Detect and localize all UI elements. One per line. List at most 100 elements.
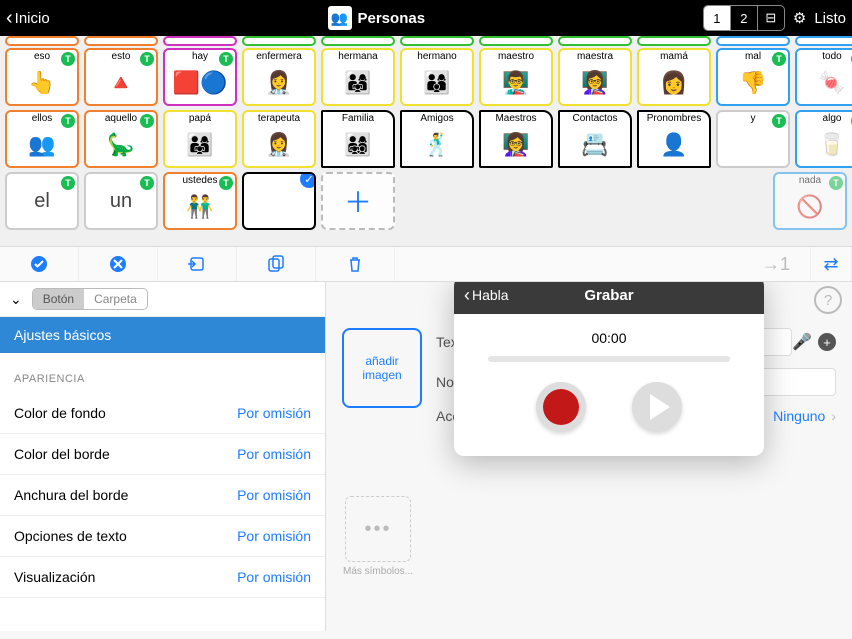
- setting-opciones-de-texto[interactable]: Opciones de textoPor omisión: [0, 516, 325, 557]
- mic-icon[interactable]: 🎤: [792, 332, 812, 352]
- add-image-button[interactable]: añadir imagen: [342, 328, 422, 408]
- select-all-button[interactable]: [0, 247, 79, 281]
- board-cell-hermana[interactable]: hermana👨‍👩‍👧: [321, 48, 395, 106]
- board-cell-maestra[interactable]: maestra👩‍🏫: [558, 48, 632, 106]
- done-button[interactable]: Listo: [814, 10, 846, 27]
- page-2[interactable]: 2: [731, 6, 758, 30]
- more-symbols[interactable]: ••• Más símbolos...: [342, 496, 414, 578]
- play-button[interactable]: [632, 382, 682, 432]
- board-cell-ustedes[interactable]: ustedes👬T: [163, 172, 237, 230]
- cell-image: 🥛: [801, 124, 852, 166]
- board-cell-aquello[interactable]: aquello🦕T: [84, 110, 158, 168]
- page-title: Personas: [358, 10, 426, 27]
- setting-value: Por omisión: [237, 487, 311, 503]
- template-badge-icon: T: [829, 176, 843, 190]
- template-badge-icon: T: [140, 176, 154, 190]
- cell-label: terapeuta: [244, 113, 314, 124]
- setting-value: Por omisión: [237, 405, 311, 421]
- board-cell-Familia[interactable]: Familia👨‍👩‍👧‍👦: [321, 110, 395, 168]
- swap-button[interactable]: ⇄: [811, 247, 852, 281]
- cell-image: [722, 124, 785, 166]
- board-cell-Pronombres[interactable]: Pronombres👤: [637, 110, 711, 168]
- board-cell-peek[interactable]: [242, 36, 316, 46]
- seg-folder[interactable]: Carpeta: [84, 289, 147, 309]
- board-cell-peek[interactable]: [479, 36, 553, 46]
- settings-pane: ⌄ Botón Carpeta Ajustes básicos APARIENC…: [0, 282, 326, 631]
- back-button[interactable]: ‹ Inicio: [6, 8, 50, 28]
- board-cell-peek[interactable]: [321, 36, 395, 46]
- template-badge-icon: T: [219, 176, 233, 190]
- popover-body: 00:00: [454, 314, 764, 456]
- board-cell-maestro[interactable]: maestro👨‍🏫: [479, 48, 553, 106]
- chevron-down-icon[interactable]: ⌄: [10, 291, 22, 308]
- cell-image: 📇: [564, 124, 627, 166]
- board-cell-Amigos[interactable]: Amigos🕺: [400, 110, 474, 168]
- board-cell-hermano[interactable]: hermano👨‍👩‍👦: [400, 48, 474, 106]
- board-cell-el[interactable]: elT: [5, 172, 79, 230]
- setting-color-del-borde[interactable]: Color del bordePor omisión: [0, 434, 325, 475]
- board-cell-papá[interactable]: papá👨‍👩‍👧: [163, 110, 237, 168]
- board-cell-peek[interactable]: [716, 36, 790, 46]
- help-button[interactable]: ?: [814, 286, 842, 314]
- board-cell-algo[interactable]: algo🥛T: [795, 110, 852, 168]
- setting-visualización[interactable]: VisualizaciónPor omisión: [0, 557, 325, 598]
- board-cell-mal[interactable]: mal👎T: [716, 48, 790, 106]
- plus-icon[interactable]: +: [818, 333, 836, 351]
- board-cell-nada[interactable]: nada🚫T: [773, 172, 847, 230]
- cell-image: 🦕: [90, 124, 153, 166]
- record-button[interactable]: [536, 382, 586, 432]
- board-cell-ellos[interactable]: ellos👥T: [5, 110, 79, 168]
- cell-label: Amigos: [402, 113, 472, 124]
- board-cell-eso[interactable]: eso👆T: [5, 48, 79, 106]
- board-cell-peek[interactable]: [5, 36, 79, 46]
- board-cell-peek[interactable]: [163, 36, 237, 46]
- page-segmented[interactable]: 1 2 ⊟: [703, 5, 785, 31]
- board-cell-Maestros[interactable]: Maestros👩‍🏫: [479, 110, 553, 168]
- board-cell-enfermera[interactable]: enfermera👩‍⚕️: [242, 48, 316, 106]
- board-cell-mamá[interactable]: mamá👩: [637, 48, 711, 106]
- cell-image: 🍬: [801, 62, 852, 104]
- board-cell-peek[interactable]: [637, 36, 711, 46]
- settings-rows: Color de fondo Por omisión Color del borde…: [0, 393, 325, 598]
- board-cell-esto[interactable]: esto🔺T: [84, 48, 158, 106]
- setting-key: Color de fondo: [14, 405, 106, 421]
- board-cell-blank[interactable]: ✓: [242, 172, 316, 230]
- board-cell-y[interactable]: y T: [716, 110, 790, 168]
- cell-image: 👎: [722, 62, 785, 104]
- gear-icon[interactable]: ⚙: [793, 9, 806, 27]
- chevron-left-icon: ‹: [6, 8, 13, 28]
- page-save-icon[interactable]: ⊟: [758, 6, 784, 30]
- deselect-all-button[interactable]: [79, 247, 158, 281]
- copy-button[interactable]: [237, 247, 316, 281]
- board-cell-peek[interactable]: [84, 36, 158, 46]
- more-symbols-box[interactable]: •••: [345, 496, 411, 562]
- board-cell-terapeuta[interactable]: terapeuta👩‍⚕️: [242, 110, 316, 168]
- board-cell-blank[interactable]: ＋: [321, 172, 395, 230]
- button-folder-segmented[interactable]: Botón Carpeta: [32, 288, 148, 310]
- cell-image: 👩: [643, 62, 706, 104]
- record-progress: [488, 356, 730, 362]
- go-to-page-1-button[interactable]: →1: [395, 247, 811, 281]
- record-popover: ‹ Habla Grabar 00:00: [454, 282, 764, 456]
- cell-label: mamá: [639, 51, 709, 62]
- cell-image: 👩‍⚕️: [248, 62, 311, 104]
- page-1[interactable]: 1: [704, 6, 731, 30]
- board-cell-peek[interactable]: [400, 36, 474, 46]
- board-row-2: eso👆Testo🔺Thay🟥🔵Tenfermera👩‍⚕️hermana👨‍👩…: [0, 46, 852, 108]
- board-cell-hay[interactable]: hay🟥🔵T: [163, 48, 237, 106]
- lower-panes: ⌄ Botón Carpeta Ajustes básicos APARIENC…: [0, 282, 852, 631]
- board-cell-peek[interactable]: [795, 36, 852, 46]
- trash-button[interactable]: [316, 247, 395, 281]
- import-button[interactable]: [158, 247, 237, 281]
- board-cell-todo[interactable]: todo🍬T: [795, 48, 852, 106]
- back-label: Inicio: [15, 10, 50, 27]
- board-cell-un[interactable]: unT: [84, 172, 158, 230]
- setting-color-de-fondo[interactable]: Color de fondo Por omisión: [0, 393, 325, 434]
- setting-anchura-del-borde[interactable]: Anchura del bordePor omisión: [0, 475, 325, 516]
- board-cell-peek[interactable]: [558, 36, 632, 46]
- seg-button[interactable]: Botón: [33, 289, 84, 309]
- popover-back-button[interactable]: ‹ Habla: [464, 285, 509, 306]
- selected-check-icon: ✓: [300, 172, 316, 188]
- board-cell-Contactos[interactable]: Contactos📇: [558, 110, 632, 168]
- setting-value: Por omisión: [237, 528, 311, 544]
